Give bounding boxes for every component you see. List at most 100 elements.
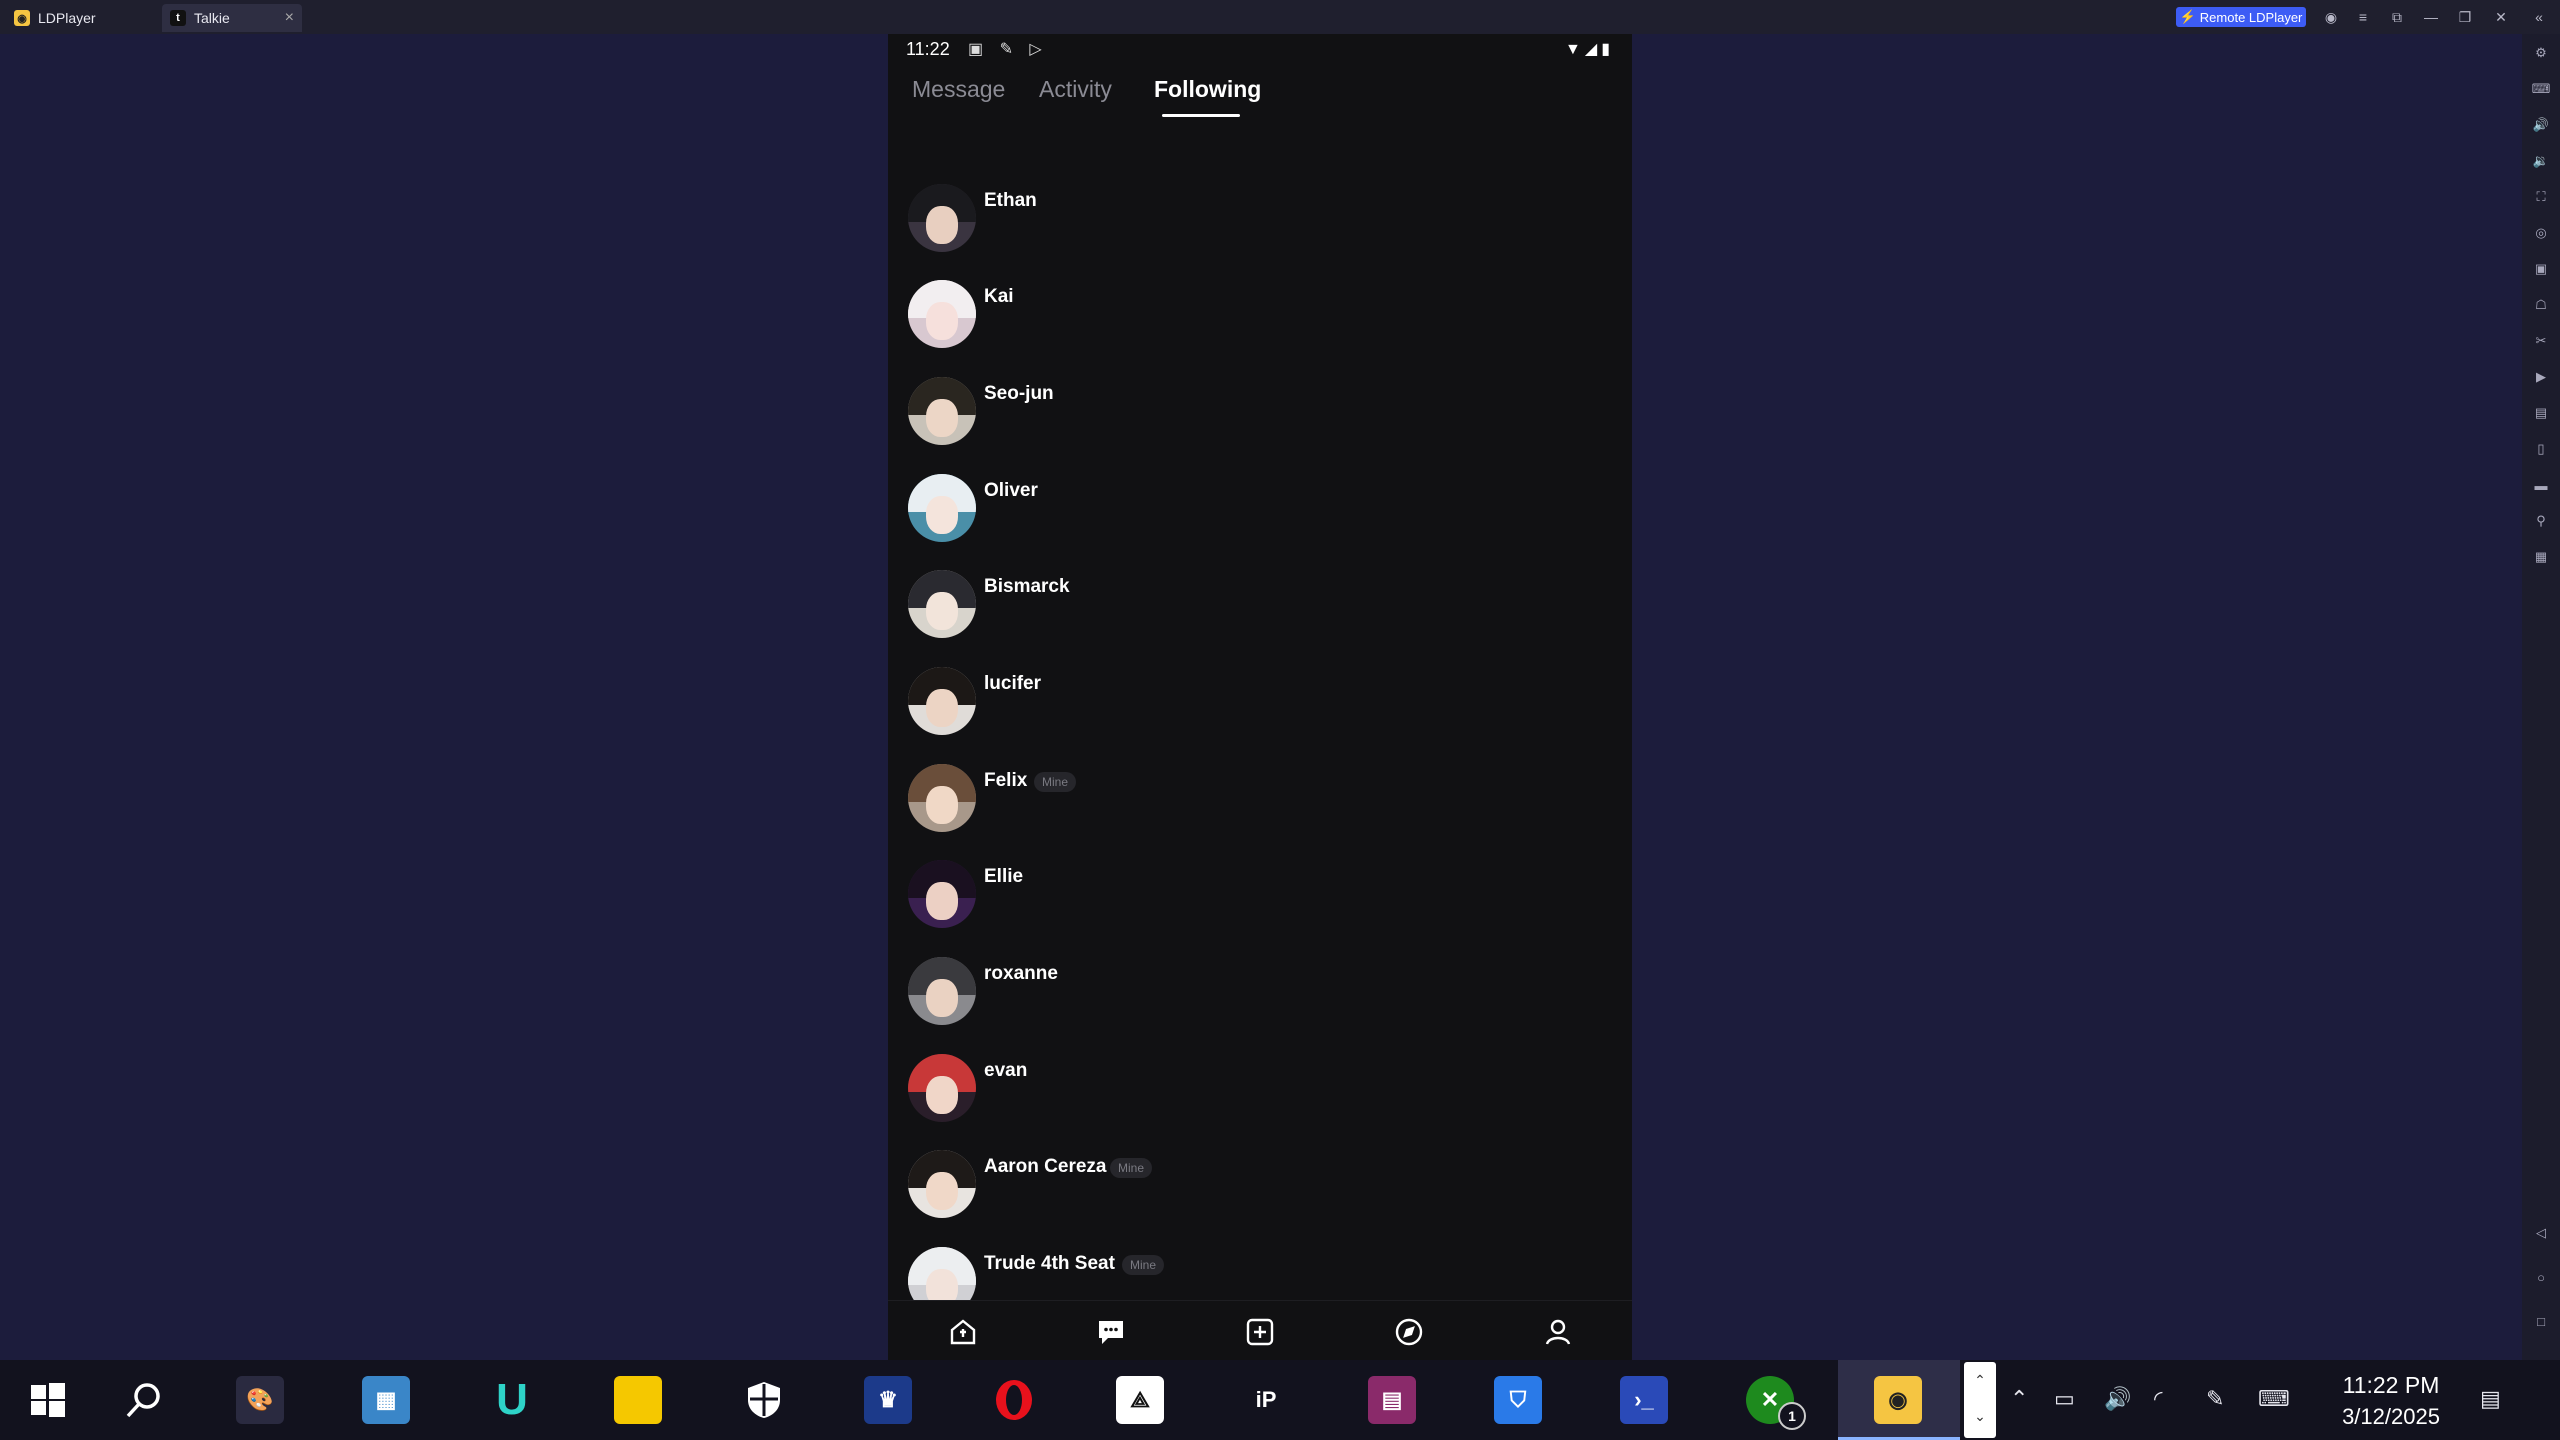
home-icon[interactable] — [948, 1317, 978, 1347]
list-item[interactable]: Seo-jun — [888, 377, 1632, 473]
winrar-icon[interactable]: ▤ — [1368, 1376, 1416, 1424]
profile-icon[interactable] — [1543, 1317, 1573, 1347]
list-item[interactable]: Ethan — [888, 184, 1632, 280]
screenshot-icon[interactable]: ⛶ — [2532, 188, 2550, 206]
tab-label: Talkie — [194, 10, 230, 26]
tab-talkie[interactable]: t Talkie × — [162, 4, 302, 32]
list-item[interactable]: Kai — [888, 280, 1632, 376]
close-tab-icon[interactable]: × — [285, 9, 294, 27]
bottom-nav — [888, 1300, 1632, 1360]
collapse-sidebar-icon[interactable]: « — [2528, 6, 2550, 28]
ldplayer-taskbar-item[interactable]: ◉ — [1838, 1360, 1960, 1440]
list-item[interactable]: Bismarck — [888, 570, 1632, 666]
close-icon[interactable]: ✕ — [2490, 6, 2512, 28]
xbox-icon[interactable]: ✕ 1 — [1746, 1376, 1806, 1430]
inkscape-like-icon[interactable]: ⟁ — [1116, 1376, 1164, 1424]
record-icon[interactable]: ◎ — [2532, 224, 2550, 242]
volume-icon[interactable]: 🔊 — [2104, 1386, 2131, 1412]
clock-time[interactable]: 11:22 PM — [2336, 1372, 2446, 1399]
xbox-badge: 1 — [1778, 1402, 1806, 1430]
list-item[interactable]: Oliver — [888, 474, 1632, 570]
battery-icon[interactable]: ▭ — [2054, 1386, 2075, 1412]
tab-ldplayer[interactable]: ◉ LDPlayer — [14, 4, 154, 32]
recents-icon[interactable]: □ — [2532, 1312, 2550, 1330]
avatar — [908, 957, 976, 1025]
tab-activity[interactable]: Activity — [1039, 76, 1112, 103]
apk-icon[interactable]: ▤ — [2532, 404, 2550, 422]
multi-instance-icon[interactable]: ▦ — [2532, 548, 2550, 566]
security-shield-icon[interactable] — [740, 1376, 788, 1424]
ldplayer-icon: ◉ — [1874, 1376, 1922, 1424]
remote-ldplayer-button[interactable]: ⚡ Remote LDPlayer — [2176, 7, 2306, 27]
u-app-icon[interactable]: U — [488, 1375, 536, 1424]
tab-following[interactable]: Following — [1154, 76, 1261, 103]
avatar — [908, 1054, 976, 1122]
notifications-icon[interactable]: ▤ — [2480, 1386, 2501, 1412]
emulator-sidebar: ⚙ ⌨ 🔊 🔉 ⛶ ◎ ▣ ☖ ✂ ▶ ▤ ▯ ▬ ⚲ ▦ ◁ ○ □ — [2522, 34, 2560, 1360]
robot-icon[interactable]: ☖ — [2532, 296, 2550, 314]
home-circle-icon[interactable]: ○ — [2532, 1268, 2550, 1286]
account-icon[interactable]: ◉ — [2320, 6, 2342, 28]
list-item[interactable]: evan — [888, 1054, 1632, 1150]
chat-icon[interactable] — [1096, 1317, 1126, 1347]
avatar — [908, 764, 976, 832]
avatar — [908, 1150, 976, 1218]
character-name: Seo-jun — [984, 383, 1054, 404]
location-icon[interactable]: ⚲ — [2532, 512, 2550, 530]
volume-down-icon[interactable]: 🔉 — [2532, 152, 2550, 170]
touch-keyboard-icon[interactable]: ⌨ — [2258, 1386, 2290, 1412]
avatar — [908, 667, 976, 735]
character-name: Ellie — [984, 866, 1024, 887]
minimize-to-tray-icon[interactable]: ⧉ — [2386, 6, 2408, 28]
show-hidden-icons[interactable]: ⌃ — [2010, 1386, 2028, 1412]
list-item[interactable]: Felix Mine — [888, 764, 1632, 860]
windows-start-icon[interactable] — [24, 1376, 72, 1424]
camera-icon[interactable]: ▶ — [2532, 368, 2550, 386]
character-name: Aaron Cereza — [984, 1156, 1107, 1177]
network-icon[interactable]: ◜ — [2154, 1386, 2163, 1412]
restore-icon[interactable]: ❐ — [2454, 6, 2476, 28]
scroll-taskbar-button[interactable]: ⌃ ⌄ — [1964, 1362, 1996, 1438]
minimize-icon[interactable]: — — [2420, 6, 2442, 28]
back-icon[interactable]: ◁ — [2532, 1224, 2550, 1242]
clock-date[interactable]: 3/12/2025 — [2326, 1404, 2456, 1430]
menu-icon[interactable]: ≡ — [2352, 6, 2374, 28]
sync-icon[interactable]: ▯ — [2532, 440, 2550, 458]
pen-icon[interactable]: ✎ — [2206, 1386, 2224, 1412]
powershell-icon[interactable]: ›_ — [1620, 1376, 1668, 1424]
control-panel-icon[interactable]: ▦ — [362, 1376, 410, 1424]
list-item[interactable]: roxanne — [888, 957, 1632, 1053]
search-icon[interactable] — [120, 1376, 168, 1424]
settings-icon[interactable]: ⚙ — [2532, 44, 2550, 62]
mine-badge: Mine — [1034, 772, 1077, 792]
ldplayer-icon: ◉ — [14, 10, 30, 26]
list-item[interactable]: Ellie — [888, 860, 1632, 956]
explore-icon[interactable] — [1394, 1317, 1424, 1347]
keyboard-icon[interactable]: ⌨ — [2532, 80, 2551, 98]
sticky-notes-icon[interactable] — [614, 1376, 662, 1424]
mine-badge: Mine — [1122, 1255, 1165, 1275]
scissors-icon[interactable]: ✂ — [2532, 332, 2550, 350]
mine-badge: Mine — [1110, 1158, 1153, 1178]
volume-up-icon[interactable]: 🔊 — [2532, 116, 2550, 134]
emulator-titlebar: ◉ LDPlayer t Talkie × ⚡ Remote LDPlayer … — [0, 0, 2560, 34]
avatar — [908, 474, 976, 542]
vpn-shield-icon[interactable]: ⛉ — [1494, 1376, 1542, 1424]
talkie-icon: t — [170, 10, 186, 26]
video-icon[interactable]: ▣ — [2532, 260, 2550, 278]
list-item[interactable]: lucifer — [888, 667, 1632, 763]
avatar — [908, 377, 976, 445]
opera-icon[interactable] — [990, 1376, 1038, 1424]
lightning-icon: ⚡ — [2179, 9, 2196, 24]
folder-icon[interactable]: ▬ — [2532, 476, 2550, 494]
character-name: evan — [984, 1060, 1028, 1081]
avatar — [908, 570, 976, 638]
ibis-paint-icon[interactable]: iP — [1242, 1376, 1290, 1424]
create-icon[interactable] — [1245, 1317, 1275, 1347]
tab-label: LDPlayer — [38, 10, 96, 26]
game-app-icon[interactable]: ♛ — [864, 1376, 912, 1424]
paint-app-icon[interactable]: 🎨 — [236, 1376, 284, 1424]
character-name: Felix — [984, 770, 1028, 791]
tab-message[interactable]: Message — [912, 76, 1005, 103]
list-item[interactable]: Aaron Cereza Mine — [888, 1150, 1632, 1246]
